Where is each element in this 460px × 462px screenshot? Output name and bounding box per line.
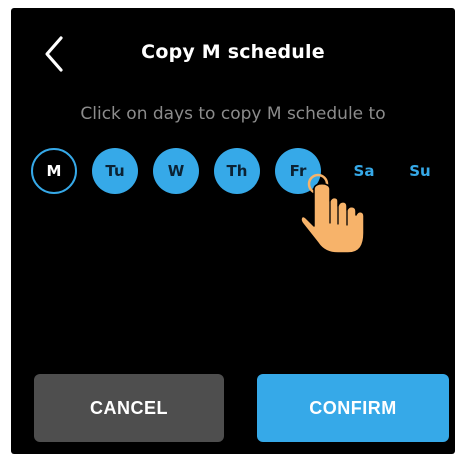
day-thursday[interactable]: Th xyxy=(214,148,260,194)
tap-hand-icon xyxy=(300,173,365,254)
instruction-text: Click on days to copy M schedule to xyxy=(80,104,386,124)
day-sunday[interactable]: Su xyxy=(397,148,443,194)
confirm-button[interactable]: CONFIRM xyxy=(257,374,449,442)
day-selector: M Tu W Th Fr Sa Su xyxy=(11,148,455,198)
thermostat-screen: Copy M schedule Click on days to copy M … xyxy=(11,8,455,454)
page-title: Copy M schedule xyxy=(141,41,325,63)
day-tuesday[interactable]: Tu xyxy=(92,148,138,194)
day-wednesday[interactable]: W xyxy=(153,148,199,194)
day-monday[interactable]: M xyxy=(31,148,77,194)
cancel-button[interactable]: CANCEL xyxy=(34,374,224,442)
